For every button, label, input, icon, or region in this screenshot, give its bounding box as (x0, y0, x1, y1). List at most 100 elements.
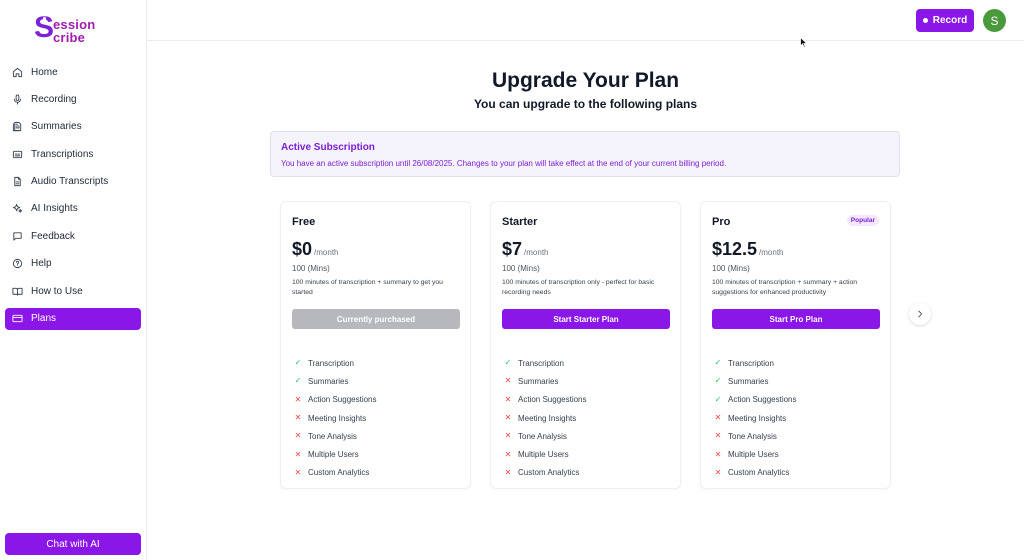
sidebar-item-label: Home (31, 66, 58, 78)
plan-name: Pro (712, 216, 731, 228)
help-circle-icon (12, 258, 23, 269)
feature-label: Action Suggestions (308, 395, 377, 405)
sidebar-item-ai-insights[interactable]: AI Insights (5, 198, 141, 220)
sidebar-nav: Home Recording Summaries Transcriptions … (5, 61, 141, 335)
feature-label: Transcription (518, 358, 564, 368)
sidebar-item-label: Summaries (31, 121, 82, 133)
x-icon: ✕ (504, 376, 512, 386)
x-icon: ✕ (504, 431, 512, 441)
feature-item: ✕ Meeting Insights (714, 409, 797, 427)
feature-list: ✓ Transcription ✓ Summaries ✕ Action Sugges… (294, 354, 377, 482)
check-icon: ✓ (714, 358, 722, 368)
feature-item: ✕ Meeting Insights (294, 409, 377, 427)
home-icon (12, 67, 23, 78)
x-icon: ✕ (294, 431, 302, 441)
mic-icon (12, 94, 23, 105)
feature-item: ✕ Custom Analytics (504, 464, 587, 482)
feature-label: Meeting Insights (728, 413, 787, 423)
feature-item: ✓ Transcription (504, 354, 587, 372)
sidebar-item-home[interactable]: Home (5, 61, 141, 83)
chevron-right-icon (918, 310, 923, 318)
record-dot-icon (922, 18, 928, 23)
sidebar-item-label: Transcriptions (31, 148, 94, 160)
feature-label: Custom Analytics (728, 468, 790, 478)
feature-item: ✓ Action Suggestions (714, 391, 797, 409)
x-icon: ✕ (504, 413, 512, 423)
plan-card-free: Free $0/month 100 (Mins) 100 minutes of … (280, 201, 471, 489)
banner-title: Active Subscription (281, 142, 375, 153)
sidebar-item-label: AI Insights (31, 203, 78, 215)
feature-label: Tone Analysis (518, 431, 567, 441)
plan-price: $0/month (292, 239, 339, 260)
feature-label: Action Suggestions (728, 395, 797, 405)
sidebar-item-help[interactable]: Help (5, 253, 141, 275)
feature-item: ✓ Summaries (714, 372, 797, 390)
check-icon: ✓ (294, 376, 302, 386)
mouse-pointer-icon (800, 37, 808, 48)
banner-text: You have an active subscription until 26… (281, 159, 727, 168)
feature-label: Custom Analytics (308, 468, 370, 478)
feature-item: ✕ Multiple Users (504, 445, 587, 463)
start-starter-plan-button[interactable]: Start Starter Plan (502, 309, 670, 329)
sidebar-item-label: Plans (31, 313, 57, 325)
feature-list: ✓ Transcription ✓ Summaries ✓ Action Sugges… (714, 354, 797, 482)
plan-price: $12.5/month (712, 239, 784, 260)
plan-description: 100 minutes of transcription + summary +… (712, 279, 858, 296)
feature-item: ✓ Summaries (294, 372, 377, 390)
sidebar-item-how-to-use[interactable]: How to Use (5, 280, 141, 302)
feature-label: Multiple Users (728, 450, 779, 460)
sidebar-item-audio-transcripts[interactable]: Audio Transcripts (5, 171, 141, 193)
currently-purchased-button[interactable]: Currently purchased (292, 309, 460, 329)
x-icon: ✕ (504, 394, 512, 404)
feature-item: ✕ Custom Analytics (294, 464, 377, 482)
feature-item: ✕ Custom Analytics (714, 464, 797, 482)
feature-item: ✓ Transcription (294, 354, 377, 372)
feature-label: Meeting Insights (308, 413, 367, 423)
sparkles-icon (12, 203, 23, 214)
sidebar: S ession cribe Home Recording Summaries … (0, 0, 147, 560)
feature-label: Multiple Users (518, 450, 569, 460)
page-subtitle: You can upgrade to the following plans (473, 97, 698, 111)
sidebar-item-feedback[interactable]: Feedback (5, 225, 141, 247)
plan-name: Starter (502, 216, 538, 228)
start-pro-plan-button[interactable]: Start Pro Plan (712, 309, 880, 329)
feature-label: Summaries (308, 376, 349, 386)
x-icon: ✕ (714, 467, 722, 477)
feature-label: Action Suggestions (518, 395, 587, 405)
feature-item: ✕ Multiple Users (714, 445, 797, 463)
logo-line-2: cribe (53, 30, 86, 45)
sidebar-item-transcriptions[interactable]: Transcriptions (5, 143, 141, 165)
sidebar-item-label: Recording (31, 93, 77, 105)
credit-card-icon (12, 313, 23, 324)
x-icon: ✕ (714, 431, 722, 441)
price-period: /month (759, 248, 784, 257)
x-icon: ✕ (294, 467, 302, 477)
price-amount: $12.5 (712, 239, 758, 259)
user-avatar[interactable]: S (983, 9, 1006, 32)
carousel-next-button[interactable] (909, 303, 931, 325)
feature-label: Tone Analysis (728, 431, 777, 441)
sidebar-item-plans[interactable]: Plans (5, 307, 141, 330)
plan-name: Free (292, 216, 316, 228)
record-button[interactable]: Record (916, 9, 974, 32)
popular-badge: Popular (846, 215, 879, 226)
feature-item: ✕ Tone Analysis (504, 427, 587, 445)
feature-label: Transcription (308, 358, 354, 368)
feature-item: ✕ Action Suggestions (294, 391, 377, 409)
plan-minutes: 100 (Mins) (712, 264, 750, 273)
check-icon: ✓ (714, 394, 722, 404)
logo-eye-dot (43, 17, 46, 20)
feature-label: Summaries (518, 376, 559, 386)
sidebar-item-recording[interactable]: Recording (5, 88, 141, 110)
record-button-label: Record (932, 15, 968, 26)
x-icon: ✕ (294, 413, 302, 423)
book-open-icon (12, 286, 23, 297)
price-amount: $7 (502, 239, 523, 259)
x-icon: ✕ (504, 449, 512, 459)
x-icon: ✕ (714, 449, 722, 459)
chat-with-ai-button[interactable]: Chat with AI (5, 533, 141, 555)
sidebar-item-summaries[interactable]: Summaries (5, 116, 141, 138)
sidebar-item-label: Help (31, 258, 52, 270)
plan-price: $7/month (502, 239, 549, 260)
app-logo[interactable]: S ession cribe (34, 13, 114, 45)
